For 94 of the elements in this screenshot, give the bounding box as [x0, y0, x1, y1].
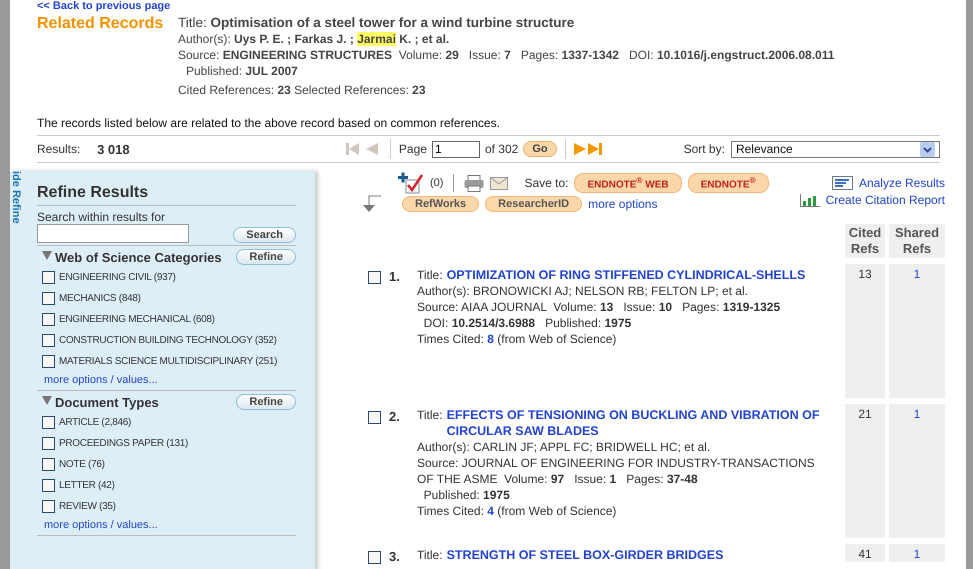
sort-select[interactable]: Relevance	[730, 140, 940, 158]
analyze-icon[interactable]	[832, 176, 853, 190]
times-cited-link[interactable]: 4	[487, 504, 494, 518]
more-options-link[interactable]: more options	[588, 197, 658, 211]
save-button[interactable]: ENDNOTE$^{®}$	[688, 173, 769, 193]
go-button[interactable]: Go	[523, 141, 557, 157]
shared-refs-link[interactable]: 1	[914, 267, 920, 281]
category-label: MECHANICS (848)	[59, 293, 141, 304]
bar-chart-icon[interactable]	[800, 194, 820, 206]
title-label: Title:	[417, 407, 443, 423]
column-header: Cited Refs	[845, 224, 885, 258]
citation-report-link[interactable]: Create Citation Report	[826, 193, 945, 207]
checkbox[interactable]	[42, 292, 55, 305]
checkbox[interactable]	[42, 500, 55, 513]
record-title-link[interactable]: OPTIMIZATION OF RING STIFFENED CYLINDRICAL-SHELLS	[446, 267, 806, 283]
checkbox[interactable]	[42, 437, 55, 450]
title-label: Title:	[417, 267, 443, 283]
checkbox[interactable]	[42, 334, 55, 347]
title-label: Title:	[417, 547, 443, 563]
record-checkbox[interactable]	[368, 551, 381, 564]
times-cited: Times Cited: 4 (from Web of Science)	[417, 503, 618, 519]
analyze-results-link[interactable]: Analyze Results	[858, 176, 945, 190]
record-published: Published: JUL 2007	[185, 63, 299, 79]
record-authors: Author(s): Uys P. E. ; Farkas J. ; Jarmai K. ; et al.	[178, 31, 450, 47]
record-authors: Author(s): BRONOWICKI AJ; NELSON RB; FELTON LP; et al.	[417, 283, 749, 299]
category-label: MATERIALS SCIENCE MULTIDISCIPLINARY (251)	[59, 356, 278, 367]
save-button[interactable]: ENDNOTE$^{®}$ WEB	[574, 173, 682, 193]
checkbox[interactable]	[42, 313, 55, 326]
category-label: CONSTRUCTION BUILDING TECHNOLOGY (352)	[59, 335, 277, 346]
record-authors: Author(s): CARLIN JF; APPL FC; BRIDWELL HC; et al.	[417, 439, 712, 455]
more-options-link[interactable]: more options / values...	[37, 519, 158, 531]
export-button[interactable]: RefWorks	[402, 196, 480, 212]
record-checkbox[interactable]	[368, 271, 381, 284]
search-field[interactable]	[37, 224, 189, 243]
category-label: REVIEW (35)	[59, 501, 116, 512]
refine-button[interactable]: Refine	[236, 249, 296, 265]
times-cited: Times Cited: 8 (from Web of Science)	[417, 331, 618, 347]
hide-refine-tab[interactable]: ide Refine	[10, 171, 21, 224]
collapse-triangle-icon[interactable]	[42, 396, 52, 405]
add-to-marked-list-icon[interactable]	[398, 172, 424, 194]
record-number: 2.	[389, 408, 401, 426]
category-label: PROCEEDINGS PAPER (131)	[59, 438, 188, 449]
category-label: ARTICLE (2,846)	[59, 417, 132, 428]
category-label: ENGINEERING MECHANICAL (608)	[59, 314, 215, 325]
sort-label: Sort by:	[684, 142, 725, 156]
corner-arrow-icon	[360, 195, 382, 213]
checkbox[interactable]	[42, 458, 55, 471]
record-title: Title: Optimisation of a steel tower for a wind turbine structure	[178, 15, 576, 31]
record-source: Published: 1975	[422, 487, 511, 503]
section-title: Document Types	[55, 394, 160, 410]
search-button[interactable]: Search	[233, 227, 296, 243]
column-header: Shared Refs	[889, 224, 945, 258]
search-label: Search within results for	[37, 210, 166, 224]
cited-refs-cell: 41	[845, 544, 885, 562]
category-label: NOTE (76)	[59, 459, 105, 470]
shared-refs-link[interactable]: 1	[914, 407, 920, 421]
back-link[interactable]: << Back to previous page	[37, 0, 170, 13]
results-count: 3 018	[97, 142, 131, 156]
checkbox[interactable]	[42, 271, 55, 284]
intro-text: The records listed below are related to the above record based on common references.	[37, 116, 501, 130]
record-source: DOI: 10.2514/3.6988 Published: 1975	[422, 315, 632, 331]
checkbox[interactable]	[42, 479, 55, 492]
record-number: 3.	[389, 548, 401, 562]
page-label: Page	[398, 142, 427, 156]
record-title-link[interactable]: EFFECTS OF TENSIONING ON BUCKLING AND VIBRATION OF CIRCULAR SAW BLADES	[446, 407, 832, 439]
record-source: Source: ENGINEERING STRUCTURES Volume: 29 Issue: 7 Pages: 1337-1342 DOI: 10.1016/j.engstruct.2006.08.011	[178, 47, 834, 63]
page-total: of 302	[484, 142, 518, 156]
save-to-label: Save to:	[524, 176, 568, 190]
refine-button[interactable]: Refine	[236, 394, 296, 410]
email-icon[interactable]	[490, 176, 508, 190]
cited-refs-cell: 13	[845, 264, 885, 398]
results-label: Results:	[37, 142, 82, 156]
record-number: 1.	[389, 268, 401, 286]
page-heading: Related Records	[37, 15, 164, 34]
shared-refs-link[interactable]: 1	[914, 547, 920, 561]
record-references: Cited References: 23 Selected References: 23	[178, 82, 427, 98]
section-title: Web of Science Categories	[55, 250, 223, 264]
record-source: Source: AIAA JOURNAL Volume: 13 Issue: 10 Pages: 1319-1325	[417, 299, 782, 315]
cited-refs-cell: 21	[845, 404, 885, 538]
category-label: ENGINEERING CIVIL (937)	[59, 272, 176, 283]
record-source: Source: JOURNAL OF ENGINEERING FOR INDUSTRY-TRANSACTIONS OF THE ASME Volume: 97 Issue: 1 Pages: 37-48	[417, 455, 816, 487]
refine-title: Refine Results	[37, 184, 296, 206]
collapse-triangle-icon[interactable]	[42, 251, 52, 260]
checkbox[interactable]	[42, 416, 55, 429]
checkbox[interactable]	[42, 355, 55, 368]
export-button[interactable]: ResearcherID	[485, 196, 582, 212]
record-checkbox[interactable]	[368, 411, 381, 424]
marked-count: (0)	[430, 177, 444, 189]
record-title-link[interactable]: STRENGTH OF STEEL BOX-GIRDER BRIDGES	[446, 547, 724, 563]
times-cited-link[interactable]: 8	[487, 332, 494, 346]
category-label: LETTER (42)	[59, 480, 115, 491]
print-icon[interactable]	[464, 174, 484, 192]
more-options-link[interactable]: more options / values...	[37, 374, 158, 386]
page-input[interactable]: 1	[432, 140, 480, 158]
